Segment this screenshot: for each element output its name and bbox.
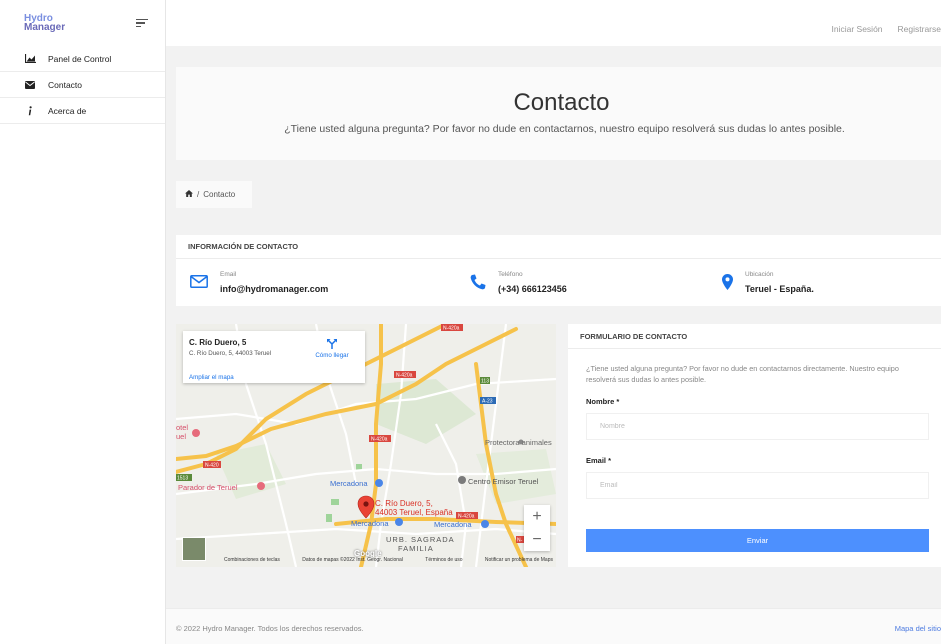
enlarge-map-link[interactable]: Ampliar el mapa	[189, 374, 234, 381]
info-icon	[24, 105, 36, 116]
sidebar-item-label: Contacto	[48, 79, 83, 90]
sidebar-item-panel-de-control[interactable]: Panel de Control	[0, 46, 165, 72]
footer: © 2022 Hydro Manager. Todos los derechos…	[166, 608, 941, 644]
sitemap-link[interactable]: Mapa del sitio	[895, 624, 941, 633]
terms-link[interactable]: Términos de uso	[425, 557, 462, 565]
shop-icon[interactable]	[375, 479, 383, 487]
map-label: Centro Emisor Teruel	[468, 477, 539, 486]
sidebar-item-contacto[interactable]: Contacto	[0, 72, 165, 98]
map-zoom-control: + −	[524, 505, 550, 551]
location-caption: Ubicación	[745, 271, 774, 278]
shop-icon[interactable]	[395, 518, 403, 526]
brand-logo[interactable]: Hydro Manager	[24, 14, 66, 33]
email-value[interactable]: info@hydromanager.com	[220, 284, 328, 294]
zoom-out-button[interactable]: −	[524, 528, 550, 551]
phone-info: Teléfono (+34) 666123456	[470, 259, 567, 306]
zoom-in-button[interactable]: +	[524, 505, 550, 528]
contact-form-header: FORMULARIO DE CONTACTO	[568, 324, 941, 349]
road-label: N-420a	[443, 326, 460, 332]
map-pin-icon	[722, 273, 733, 292]
email-label: Email *	[586, 456, 612, 465]
hero-banner: Contacto ¿Tiene usted alguna pregunta? P…	[176, 67, 941, 160]
name-label: Nombre *	[586, 397, 620, 406]
logo-row: Hydro Manager	[0, 0, 165, 46]
report-problem-link[interactable]: Notificar un problema de Maps	[485, 557, 553, 565]
copyright-text: © 2022 Hydro Manager. Todos los derechos…	[176, 624, 364, 633]
road-label: N-420	[205, 463, 219, 469]
map-label: Protectora animales	[485, 438, 552, 447]
form-description: ¿Tiene usted alguna pregunta? Por favor …	[586, 364, 899, 384]
map-attribution: Combinaciones de teclas Datos de mapas ©…	[224, 557, 553, 565]
road-label: N-	[517, 538, 523, 544]
map-label: uel	[176, 432, 186, 441]
chart-icon	[24, 54, 36, 64]
top-bar: Iniciar Sesión Registrarse	[166, 0, 941, 46]
map-label: URB. SAGRADA	[386, 535, 455, 544]
contact-form-card: FORMULARIO DE CONTACTO ¿Tiene usted algu…	[568, 324, 941, 567]
top-links: Iniciar Sesión Registrarse	[832, 24, 941, 34]
hotel-icon[interactable]	[257, 482, 265, 490]
page-title: Contacto	[513, 89, 610, 116]
menu-toggle-icon[interactable]	[136, 18, 148, 28]
envelope-icon	[24, 80, 36, 90]
keyboard-shortcuts-link[interactable]: Combinaciones de teclas	[224, 557, 280, 565]
road-label: 113	[481, 379, 489, 385]
contact-info-card: INFORMACIÓN DE CONTACTO Email info@hydro…	[176, 235, 941, 306]
road-label: N-420a	[371, 437, 388, 443]
contact-info-header: INFORMACIÓN DE CONTACTO	[176, 235, 941, 259]
embedded-map[interactable]: N-420a N-420a N-420a N-420 113 A-23 1513…	[176, 324, 556, 567]
map-label: Parador de Teruel	[178, 483, 238, 492]
map-info-popup: C. Río Duero, 5 C. Río Duero, 5, 44003 T…	[183, 331, 365, 383]
directions-label: Cómo llegar	[315, 352, 349, 359]
map-data-text: Datos de mapas ©2022 Inst. Geogr. Nacion…	[302, 557, 403, 563]
road-label: N-420a	[396, 373, 413, 379]
building-icon[interactable]	[458, 476, 466, 484]
phone-caption: Teléfono	[498, 271, 523, 278]
hotel-icon[interactable]	[192, 429, 200, 437]
satellite-view-thumbnail[interactable]	[182, 537, 206, 561]
marker-label: 44003 Teruel, España	[375, 508, 453, 517]
location-info: Ubicación Teruel - España.	[722, 259, 814, 306]
email-input[interactable]	[586, 472, 929, 499]
home-icon[interactable]	[185, 190, 193, 199]
map-label: Mercadona	[351, 519, 389, 528]
envelope-icon	[190, 275, 208, 290]
phone-icon	[470, 274, 486, 292]
brand-line-2: Manager	[24, 22, 66, 33]
road-label: A-23	[482, 399, 493, 405]
sidebar-item-label: Panel de Control	[48, 53, 112, 64]
email-info: Email info@hydromanager.com	[190, 259, 328, 306]
directions-icon	[327, 339, 337, 349]
sidebar: Hydro Manager Panel de Control Contacto …	[0, 0, 166, 644]
road-label: N-420a	[458, 514, 475, 520]
page-subtitle: ¿Tiene usted alguna pregunta? Por favor …	[284, 123, 845, 135]
phone-value[interactable]: (+34) 666123456	[498, 284, 567, 294]
name-input[interactable]	[586, 413, 929, 440]
directions-button[interactable]: Cómo llegar	[309, 339, 355, 359]
location-value: Teruel - España.	[745, 284, 814, 294]
map-label: otel	[176, 423, 188, 432]
shop-icon[interactable]	[481, 520, 489, 528]
breadcrumb-current: Contacto	[203, 190, 236, 199]
marker-label: C. Río Duero, 5,	[375, 499, 433, 508]
map-label: FAMILIA	[398, 544, 434, 553]
sidebar-item-acerca-de[interactable]: Acerca de	[0, 98, 165, 124]
map-label: Mercadona	[330, 479, 368, 488]
submit-button[interactable]: Enviar	[586, 529, 929, 552]
email-caption: Email	[220, 271, 237, 278]
map-label: Mercadona	[434, 520, 472, 529]
sidebar-item-label: Acerca de	[48, 105, 87, 116]
login-link[interactable]: Iniciar Sesión	[832, 24, 883, 34]
road-label: 1513	[177, 476, 188, 482]
register-link[interactable]: Registrarse	[898, 24, 941, 34]
breadcrumb: / Contacto	[176, 181, 252, 208]
breadcrumb-separator: /	[197, 190, 200, 199]
